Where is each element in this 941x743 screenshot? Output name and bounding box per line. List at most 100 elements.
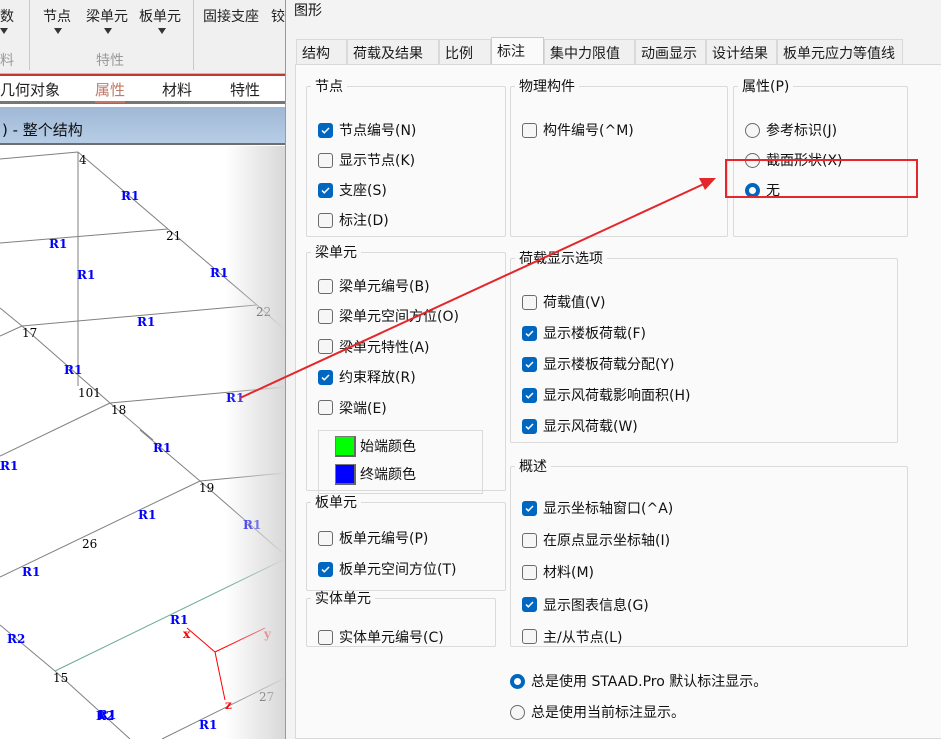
checkbox-overview-1[interactable]: 在原点显示坐标轴(I) [522, 530, 670, 550]
checkbox-load-2[interactable]: 显示楼板荷载分配(Y) [522, 354, 674, 374]
color-option-0[interactable]: 始端颜色 [335, 433, 416, 459]
tab-property[interactable]: 属性 [95, 79, 126, 103]
tab-0[interactable]: 结构 [296, 39, 347, 64]
tab-geometry[interactable]: 几何对象 [0, 79, 60, 100]
color-swatch[interactable] [335, 463, 356, 485]
checkbox[interactable] [522, 325, 537, 341]
tab-6[interactable]: 设计结果 [706, 39, 777, 64]
checkbox-overview-2[interactable]: 材料(M) [522, 562, 594, 582]
ribbon-item-pinned[interactable]: 铰 [271, 6, 285, 26]
color-swatch[interactable] [335, 435, 356, 457]
checkbox[interactable] [522, 597, 537, 613]
tab-material[interactable]: 材料 [162, 79, 192, 100]
checkbox[interactable] [318, 400, 333, 416]
checkbox-node-2[interactable]: 支座(S) [318, 180, 387, 200]
group-node: 节点 节点编号(N) 显示节点(K) 支座(S) 标注(D) [306, 76, 506, 237]
tab-7[interactable]: 板单元应力等值线 [777, 39, 903, 64]
ribbon-item-params[interactable]: 数 [0, 6, 14, 26]
structure-viewport[interactable]: 4 21 22 17 101 18 19 26 15 27 R1 R1 R1 R1 R1 R1 R1 R1 R1 R1… [0, 146, 286, 740]
member-line[interactable] [0, 228, 169, 244]
node-label: 22 [256, 305, 272, 319]
radio-button[interactable] [745, 122, 760, 138]
checkbox-node-3[interactable]: 标注(D) [318, 210, 389, 230]
option-label: 板单元空间方位(T) [339, 562, 457, 578]
checkbox[interactable] [318, 278, 333, 294]
member-line[interactable] [0, 151, 79, 160]
checkbox[interactable] [522, 418, 537, 434]
tab-4[interactable]: 集中力限值 [544, 39, 635, 64]
checkbox-plate-0[interactable]: 板单元编号(P) [318, 528, 428, 548]
member-line[interactable] [199, 472, 286, 482]
member-line[interactable] [0, 325, 23, 337]
checkbox[interactable] [522, 532, 537, 548]
ribbon-item-plate[interactable]: 板单元 [139, 6, 181, 26]
checkbox[interactable] [318, 339, 333, 355]
ribbon-item-beam[interactable]: 梁单元 [86, 6, 128, 26]
checkbox-beam-2[interactable]: 梁单元特性(A) [318, 337, 430, 357]
checkbox-overview-0[interactable]: 显示坐标轴窗口(^A) [522, 498, 673, 518]
radio-button[interactable] [510, 704, 525, 720]
tab-2[interactable]: 比例 [439, 39, 491, 64]
checkbox-solid-0[interactable]: 实体单元编号(C) [318, 627, 444, 647]
check-icon [321, 565, 330, 573]
checkbox[interactable] [318, 122, 333, 138]
checkbox-node-0[interactable]: 节点编号(N) [318, 120, 416, 140]
checkbox-load-0[interactable]: 荷载值(V) [522, 292, 606, 312]
checkbox[interactable] [318, 369, 333, 385]
member-label: R1 [226, 391, 245, 405]
checkbox[interactable] [318, 308, 333, 324]
display-mode-radio-1[interactable]: 总是使用当前标注显示。 [510, 702, 685, 722]
checkbox[interactable] [522, 122, 537, 138]
member-line[interactable] [0, 402, 111, 457]
checkbox[interactable] [318, 152, 333, 168]
tab-3[interactable]: 标注 [491, 37, 544, 65]
member-line[interactable] [0, 307, 23, 327]
checkbox[interactable] [522, 356, 537, 372]
checkbox-beam-3[interactable]: 约束释放(R) [318, 367, 416, 387]
radio-button[interactable] [510, 673, 525, 689]
axis-label: x [183, 627, 191, 641]
member-line[interactable] [139, 429, 201, 482]
checkbox-beam-0[interactable]: 梁单元编号(B) [318, 276, 430, 296]
checkbox-overview-3[interactable]: 显示图表信息(G) [522, 595, 649, 615]
member-line[interactable] [0, 480, 201, 578]
checkbox[interactable] [318, 212, 333, 228]
option-label: 实体单元编号(C) [339, 630, 444, 646]
checkbox-load-4[interactable]: 显示风荷载(W) [522, 416, 638, 436]
checkbox[interactable] [522, 387, 537, 403]
checkbox[interactable] [318, 629, 333, 645]
checkbox[interactable] [522, 564, 537, 580]
checkbox-load-3[interactable]: 显示风荷载影响面积(H) [522, 385, 690, 405]
group-property: 属性(P) 参考标识(J) 截面形状(X) 无 [733, 76, 908, 237]
tab-5[interactable]: 动画显示 [635, 39, 706, 64]
member-line[interactable] [109, 386, 286, 404]
member-line[interactable] [161, 677, 286, 740]
option-label: 在原点显示坐标轴(I) [543, 533, 671, 550]
checkbox[interactable] [522, 629, 537, 645]
checkbox[interactable] [522, 500, 537, 516]
tab-specification[interactable]: 特性 [230, 79, 260, 100]
display-mode-radio-0[interactable]: 总是使用 STAAD.Pro 默认标注显示。 [510, 671, 767, 691]
tab-1[interactable]: 荷载及结果 [347, 39, 439, 64]
checkbox-load-1[interactable]: 显示楼板荷载(F) [522, 323, 646, 343]
member-label: R1 [137, 315, 156, 329]
checkbox-beam-1[interactable]: 梁单元空间方位(O) [318, 306, 459, 326]
radio-property-0[interactable]: 参考标识(J) [745, 120, 837, 140]
check-icon [321, 186, 330, 194]
checkbox-overview-4[interactable]: 主/从节点(L) [522, 627, 622, 647]
color-option-1[interactable]: 终端颜色 [335, 461, 416, 487]
checkbox[interactable] [318, 182, 333, 198]
checkbox[interactable] [522, 294, 537, 310]
checkbox-plate-1[interactable]: 板单元空间方位(T) [318, 559, 456, 579]
ribbon-item-node[interactable]: 节点 [43, 6, 71, 26]
checkbox-node-1[interactable]: 显示节点(K) [318, 150, 415, 170]
option-label: 参考标识(J) [766, 123, 838, 139]
checkbox[interactable] [318, 561, 333, 577]
group-title: 物理构件 [519, 79, 575, 95]
checkbox-beam-4[interactable]: 梁端(E) [318, 398, 387, 418]
ribbon-item-fixed-support[interactable]: 固接支座 [203, 6, 259, 26]
checkbox-physical-0[interactable]: 构件编号(^M) [522, 120, 634, 140]
highlight-box [725, 159, 918, 198]
axis-line [214, 627, 266, 653]
checkbox[interactable] [318, 530, 333, 546]
